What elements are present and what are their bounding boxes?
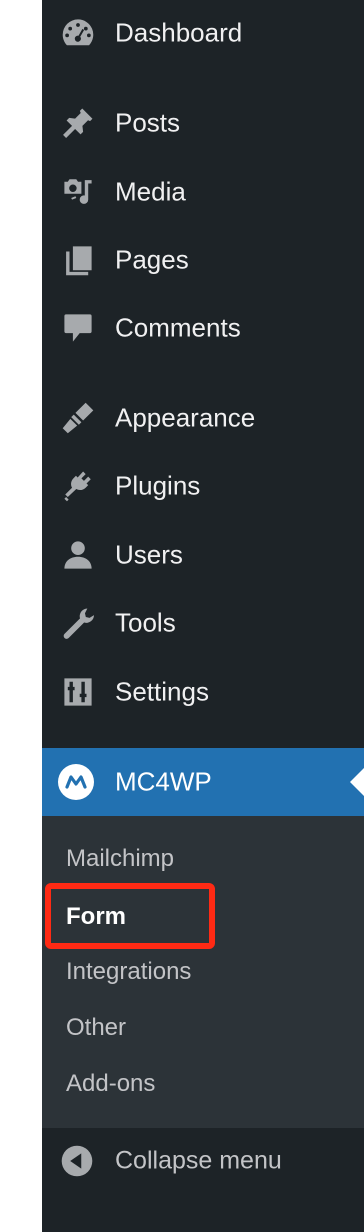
collapse-arrow-icon — [60, 1144, 94, 1178]
menu-item-pages[interactable]: Pages — [42, 229, 364, 291]
menu-item-comments[interactable]: Comments — [42, 297, 364, 359]
menu-item-tools[interactable]: Tools — [42, 592, 364, 654]
submenu-item-mailchimp[interactable]: Mailchimp — [66, 845, 174, 873]
menu-item-appearance[interactable]: Appearance — [42, 387, 364, 449]
menu-item-mc4wp[interactable]: MC4WP — [42, 748, 364, 816]
menu-label: Appearance — [115, 402, 256, 433]
mc4wp-submenu: Mailchimp Form Integrations Other Add-on… — [42, 816, 364, 1128]
comment-icon — [60, 310, 96, 346]
menu-label: Comments — [115, 312, 241, 343]
menu-label: MC4WP — [115, 766, 212, 797]
menu-item-users[interactable]: Users — [42, 524, 364, 586]
media-icon — [60, 174, 96, 210]
sliders-icon — [60, 674, 96, 710]
submenu-item-add-ons[interactable]: Add-ons — [66, 1070, 155, 1098]
dashboard-icon — [60, 15, 96, 51]
menu-label: Pages — [115, 244, 189, 275]
submenu-item-integrations[interactable]: Integrations — [66, 958, 191, 986]
menu-item-posts[interactable]: Posts — [42, 92, 364, 154]
menu-label: Settings — [115, 676, 209, 707]
wrench-icon — [60, 605, 96, 641]
submenu-item-other[interactable]: Other — [66, 1014, 126, 1042]
user-icon — [60, 537, 96, 573]
menu-item-dashboard[interactable]: Dashboard — [42, 2, 364, 64]
menu-label: Media — [115, 176, 186, 207]
pages-icon — [60, 242, 96, 278]
collapse-menu-label: Collapse menu — [115, 1146, 282, 1175]
menu-item-settings[interactable]: Settings — [42, 661, 364, 723]
brush-icon — [60, 400, 96, 436]
mc4wp-logo-icon — [58, 764, 94, 800]
submenu-item-form[interactable]: Form — [66, 903, 126, 931]
menu-label: Plugins — [115, 470, 201, 501]
current-menu-arrow — [350, 768, 364, 796]
collapse-menu-button[interactable]: Collapse menu — [42, 1130, 364, 1192]
menu-item-plugins[interactable]: Plugins — [42, 455, 364, 517]
menu-label: Dashboard — [115, 17, 243, 48]
admin-sidebar: Dashboard Posts Media Pages Comments App… — [42, 0, 364, 1232]
menu-label: Tools — [115, 607, 176, 638]
menu-label: Users — [115, 539, 183, 570]
plug-icon — [60, 468, 96, 504]
menu-item-media[interactable]: Media — [42, 161, 364, 223]
pin-icon — [60, 105, 96, 141]
menu-label: Posts — [115, 107, 181, 138]
